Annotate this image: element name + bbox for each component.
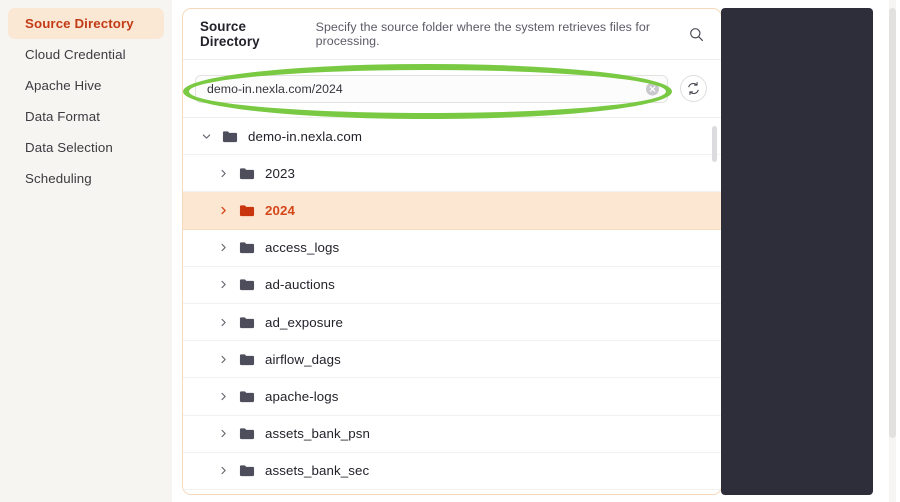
search-icon[interactable] [685, 23, 707, 45]
table-row[interactable]: ad_exposure [183, 303, 721, 342]
app-root: Source Directory Cloud Credential Apache… [0, 0, 900, 502]
sidebar-item-apache-hive[interactable]: Apache Hive [8, 70, 164, 101]
tree-scrollbar-thumb[interactable] [712, 126, 717, 162]
folder-icon [238, 388, 255, 405]
sidebar-item-label: Data Selection [25, 140, 113, 155]
source-directory-path-input[interactable] [207, 81, 637, 96]
table-row[interactable]: access_logs [183, 229, 721, 267]
sidebar: Source Directory Cloud Credential Apache… [0, 0, 172, 502]
sidebar-item-scheduling[interactable]: Scheduling [8, 163, 164, 194]
page-subtitle: Specify the source folder where the syst… [315, 20, 651, 48]
table-row[interactable]: demo-in.nexla.com [183, 118, 721, 156]
table-row[interactable]: assets_bank_sec [183, 452, 721, 490]
tree-item-label: assets_bank_psn [265, 426, 370, 442]
folder-icon [238, 276, 255, 293]
card-header: Source Directory Specify the source fold… [183, 9, 721, 60]
chevron-right-icon[interactable] [216, 241, 230, 255]
sidebar-item-label: Apache Hive [25, 78, 102, 93]
sidebar-item-cloud-credential[interactable]: Cloud Credential [8, 39, 164, 70]
folder-icon [238, 165, 255, 182]
sidebar-item-source-directory[interactable]: Source Directory [8, 8, 164, 39]
tree-item-label: ad-auctions [265, 277, 335, 293]
chevron-down-icon[interactable] [199, 129, 213, 143]
sidebar-item-label: Data Format [25, 109, 100, 124]
path-input-wrapper[interactable] [195, 74, 668, 103]
folder-icon [238, 239, 255, 256]
tree-item-label: apache-logs [265, 388, 339, 404]
directory-tree[interactable]: demo-in.nexla.com 2023 2024 access_logs … [183, 118, 721, 494]
tree-item-label: 2023 [265, 165, 295, 181]
table-row[interactable]: ad-auctions [183, 266, 721, 304]
chevron-right-icon[interactable] [216, 315, 230, 329]
path-bar-row [183, 60, 721, 118]
sidebar-item-data-format[interactable]: Data Format [8, 101, 164, 132]
folder-icon [221, 128, 238, 145]
chevron-right-icon[interactable] [216, 464, 230, 478]
sidebar-item-data-selection[interactable]: Data Selection [8, 132, 164, 163]
chevron-right-icon[interactable] [216, 427, 230, 441]
folder-icon [238, 425, 255, 442]
clear-input-icon[interactable] [646, 82, 659, 95]
chevron-right-icon[interactable] [216, 278, 230, 292]
sidebar-item-label: Cloud Credential [25, 47, 126, 62]
folder-icon [238, 202, 255, 219]
sidebar-item-label: Scheduling [25, 171, 92, 186]
table-row[interactable]: airflow_dags [183, 341, 721, 379]
tree-item-label: assets_bank_sec [265, 463, 370, 479]
chevron-right-icon[interactable] [216, 203, 230, 217]
sidebar-item-label: Source Directory [25, 16, 134, 31]
chevron-right-icon[interactable] [216, 389, 230, 403]
page-scrollbar-thumb[interactable] [889, 8, 896, 438]
tree-item-label: demo-in.nexla.com [248, 128, 363, 144]
tree-item-label: ad_exposure [265, 314, 343, 330]
source-directory-card: Source Directory Specify the source fold… [182, 8, 722, 495]
tree-item-label: 2024 [265, 202, 295, 218]
table-row[interactable]: assets_bank_psn [183, 415, 721, 453]
table-row[interactable]: 2023 [183, 155, 721, 193]
folder-icon [238, 462, 255, 479]
page-title: Source Directory [200, 19, 260, 49]
tree-item-label: airflow_dags [265, 351, 341, 367]
refresh-sync-icon[interactable] [680, 75, 707, 102]
dark-side-panel [721, 8, 873, 495]
folder-icon [238, 351, 255, 368]
chevron-right-icon[interactable] [216, 166, 230, 180]
table-row-selected[interactable]: 2024 [183, 192, 721, 230]
table-row[interactable]: apache-logs [183, 378, 721, 416]
chevron-right-icon[interactable] [216, 352, 230, 366]
tree-item-label: access_logs [265, 240, 340, 256]
folder-icon [238, 314, 255, 331]
